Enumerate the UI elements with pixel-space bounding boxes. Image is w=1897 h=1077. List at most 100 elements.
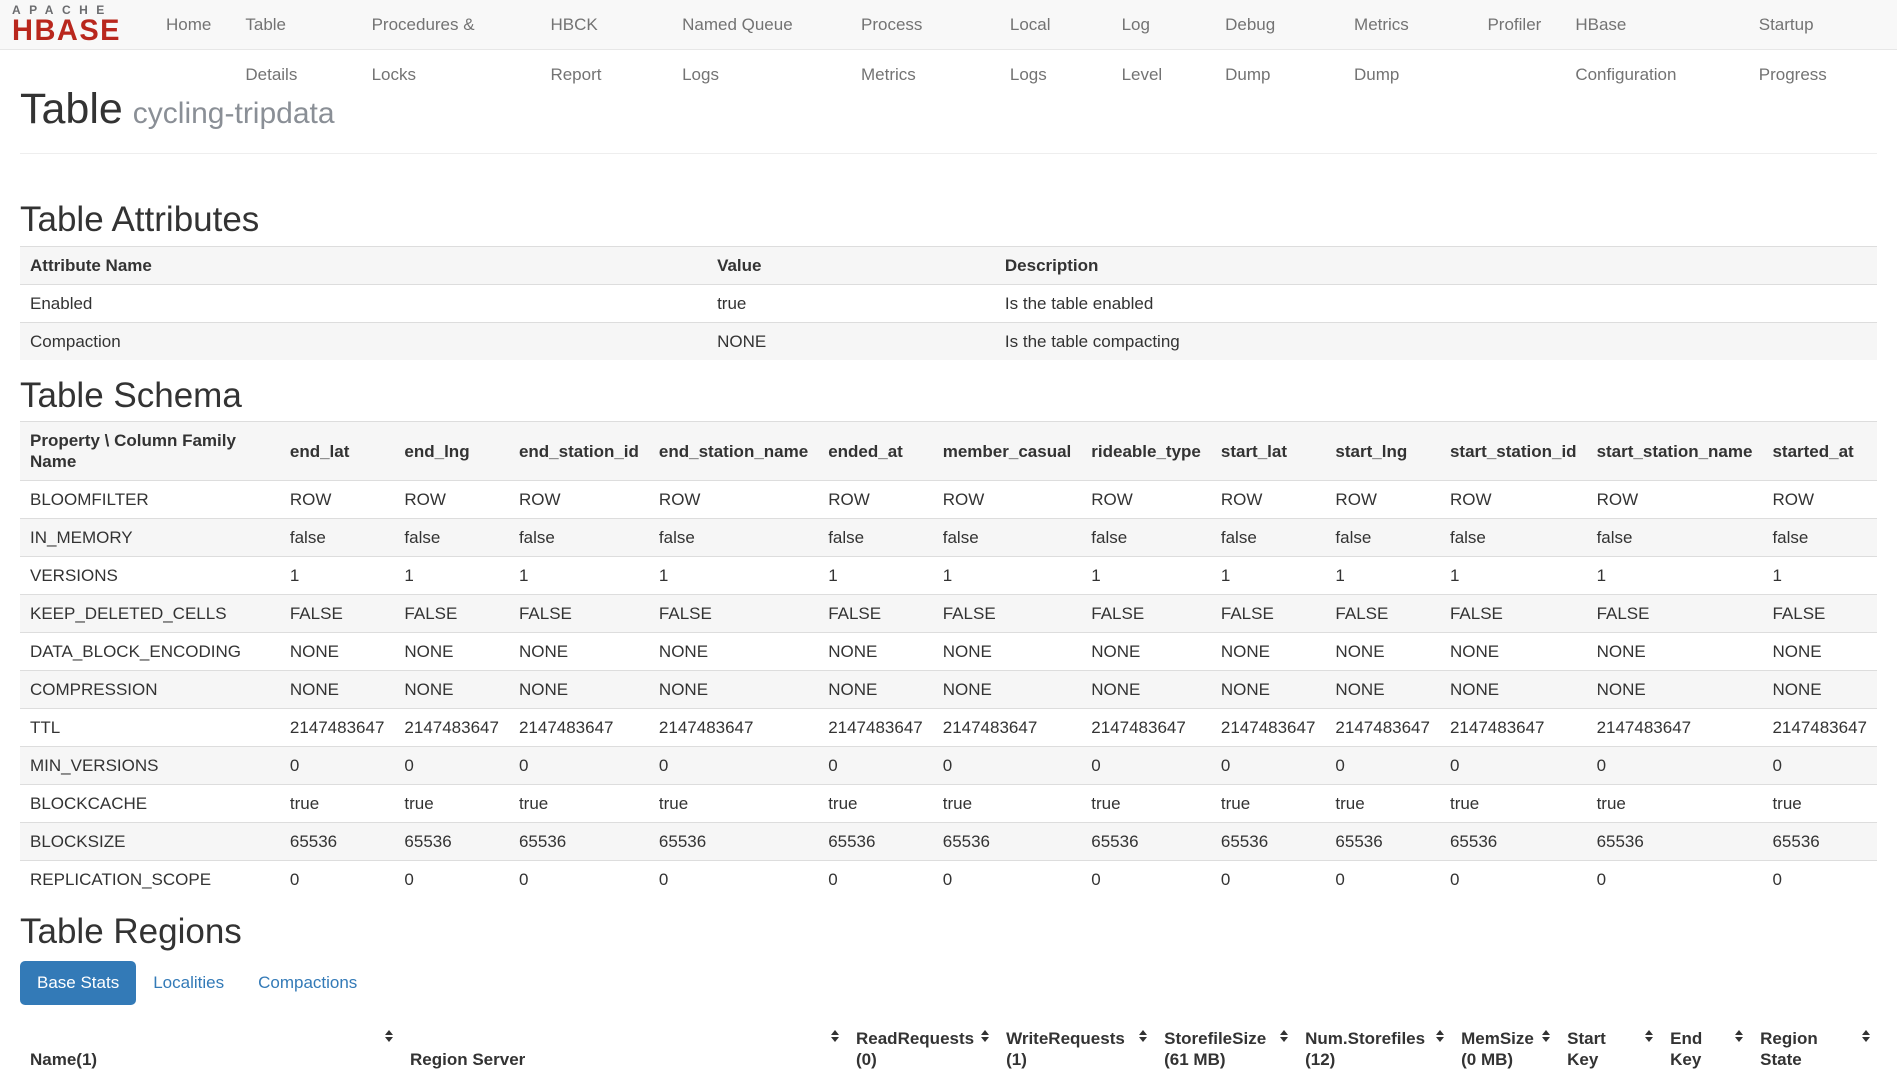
attributes-col-attribute-name: Attribute Name bbox=[20, 246, 707, 284]
schema-property-name: DATA_BLOCK_ENCODING bbox=[20, 633, 280, 671]
schema-property-value: ROW bbox=[509, 481, 649, 519]
schema-property-value: false bbox=[1587, 519, 1763, 557]
nav-link-named-queue-logs[interactable]: Named Queue Logs bbox=[665, 0, 844, 100]
regions-col-readrequests-0[interactable]: ReadRequests (0) bbox=[846, 1020, 996, 1077]
schema-col-end-lat: end_lat bbox=[280, 422, 395, 481]
schema-property-value: 65536 bbox=[1211, 823, 1326, 861]
schema-property-value: NONE bbox=[1325, 671, 1440, 709]
schema-property-value: 1 bbox=[1440, 557, 1587, 595]
sort-icon[interactable] bbox=[1862, 1030, 1871, 1042]
nav-link-profiler[interactable]: Profiler bbox=[1470, 0, 1558, 50]
sort-icon[interactable] bbox=[1735, 1030, 1744, 1042]
schema-property-value: true bbox=[394, 785, 509, 823]
tab-link-base-stats[interactable]: Base Stats bbox=[20, 961, 136, 1005]
schema-property-value: FALSE bbox=[1762, 595, 1877, 633]
regions-heading: Table Regions bbox=[20, 913, 1877, 952]
regions-col-label-name-1: Name(1) bbox=[30, 1050, 97, 1069]
schema-row-in-memory: IN_MEMORYfalsefalsefalsefalsefalsefalsef… bbox=[20, 519, 1877, 557]
schema-property-value: 1 bbox=[649, 557, 818, 595]
regions-col-memsize-0-mb[interactable]: MemSize (0 MB) bbox=[1451, 1020, 1557, 1077]
nav-link-hbck-report[interactable]: HBCK Report bbox=[533, 0, 665, 100]
tab-compactions: Compactions bbox=[241, 961, 374, 1005]
nav-link-metrics-dump[interactable]: Metrics Dump bbox=[1337, 0, 1470, 100]
sort-icon[interactable] bbox=[1139, 1030, 1148, 1042]
schema-property-value: 0 bbox=[1587, 861, 1763, 899]
schema-property-value: 2147483647 bbox=[1081, 709, 1211, 747]
attribute-description: Is the table compacting bbox=[995, 322, 1877, 360]
sort-icon[interactable] bbox=[385, 1030, 394, 1042]
tab-link-localities[interactable]: Localities bbox=[136, 961, 241, 1005]
schema-property-value: FALSE bbox=[1211, 595, 1326, 633]
schema-property-value: FALSE bbox=[1325, 595, 1440, 633]
schema-property-value: 0 bbox=[280, 747, 395, 785]
schema-property-value: 1 bbox=[394, 557, 509, 595]
schema-col-ended-at: ended_at bbox=[818, 422, 933, 481]
sort-icon[interactable] bbox=[1542, 1030, 1551, 1042]
schema-col-end-lng: end_lng bbox=[394, 422, 509, 481]
regions-col-start-key[interactable]: Start Key bbox=[1557, 1020, 1660, 1077]
regions-col-region-server[interactable]: Region Server bbox=[400, 1020, 846, 1077]
schema-property-value: false bbox=[280, 519, 395, 557]
schema-property-value: NONE bbox=[1211, 633, 1326, 671]
nav-item-startup-progress: Startup Progress bbox=[1742, 0, 1897, 50]
schema-property-value: true bbox=[818, 785, 933, 823]
nav-link-process-metrics[interactable]: Process Metrics bbox=[844, 0, 993, 100]
tab-link-compactions[interactable]: Compactions bbox=[241, 961, 374, 1005]
schema-property-name: COMPRESSION bbox=[20, 671, 280, 709]
sort-icon[interactable] bbox=[1280, 1030, 1289, 1042]
regions-col-storefilesize-61-mb[interactable]: StorefileSize (61 MB) bbox=[1154, 1020, 1295, 1077]
sort-icon[interactable] bbox=[981, 1030, 990, 1042]
nav-link-home[interactable]: Home bbox=[149, 0, 228, 50]
schema-property-value: 0 bbox=[1081, 747, 1211, 785]
schema-property-value: 65536 bbox=[1440, 823, 1587, 861]
nav-item-log-level: Log Level bbox=[1105, 0, 1209, 50]
regions-col-name-1[interactable]: Name(1) bbox=[20, 1020, 400, 1077]
schema-property-value: NONE bbox=[1440, 633, 1587, 671]
schema-property-value: ROW bbox=[1211, 481, 1326, 519]
sort-icon[interactable] bbox=[1645, 1030, 1654, 1042]
sort-icon[interactable] bbox=[1436, 1030, 1445, 1042]
attribute-value: true bbox=[707, 284, 995, 322]
regions-col-num-storefiles-12[interactable]: Num.Storefiles (12) bbox=[1295, 1020, 1451, 1077]
schema-property-value: false bbox=[1325, 519, 1440, 557]
page-title-text: Table bbox=[20, 85, 123, 133]
nav-item-metrics-dump: Metrics Dump bbox=[1337, 0, 1470, 50]
schema-property-value: 1 bbox=[818, 557, 933, 595]
nav-link-log-level[interactable]: Log Level bbox=[1105, 0, 1209, 100]
schema-property-value: 0 bbox=[1211, 861, 1326, 899]
schema-row-min-versions: MIN_VERSIONS000000000000 bbox=[20, 747, 1877, 785]
nav-link-table-details[interactable]: Table Details bbox=[228, 0, 354, 100]
regions-col-region-state[interactable]: Region State bbox=[1750, 1020, 1877, 1077]
schema-property-value: ROW bbox=[1440, 481, 1587, 519]
schema-col-end-station-name: end_station_name bbox=[649, 422, 818, 481]
nav-link-debug-dump[interactable]: Debug Dump bbox=[1208, 0, 1337, 100]
schema-property-value: 0 bbox=[818, 861, 933, 899]
schema-property-value: FALSE bbox=[394, 595, 509, 633]
schema-property-name: KEEP_DELETED_CELLS bbox=[20, 595, 280, 633]
schema-row-data-block-encoding: DATA_BLOCK_ENCODINGNONENONENONENONENONEN… bbox=[20, 633, 1877, 671]
schema-property-value: 65536 bbox=[394, 823, 509, 861]
schema-col-start-lat: start_lat bbox=[1211, 422, 1326, 481]
schema-property-value: 1 bbox=[933, 557, 1082, 595]
attribute-description: Is the table enabled bbox=[995, 284, 1877, 322]
schema-property-value: 0 bbox=[280, 861, 395, 899]
nav-link-procedures-locks[interactable]: Procedures & Locks bbox=[355, 0, 534, 100]
schema-property-value: NONE bbox=[649, 671, 818, 709]
tab-base-stats: Base Stats bbox=[20, 961, 136, 1005]
logo-hbase-text: HBASE bbox=[12, 16, 121, 46]
regions-col-end-key[interactable]: End Key bbox=[1660, 1020, 1750, 1077]
schema-property-value: 2147483647 bbox=[649, 709, 818, 747]
nav-item-table-details: Table Details bbox=[228, 0, 354, 50]
schema-property-value: ROW bbox=[1325, 481, 1440, 519]
nav-link-local-logs[interactable]: Local Logs bbox=[993, 0, 1105, 100]
hbase-logo[interactable]: APACHE HBASE bbox=[12, 4, 121, 46]
nav-link-startup-progress[interactable]: Startup Progress bbox=[1742, 0, 1897, 100]
sort-icon[interactable] bbox=[831, 1030, 840, 1042]
schema-property-value: false bbox=[1762, 519, 1877, 557]
nav-link-hbase-configuration[interactable]: HBase Configuration bbox=[1558, 0, 1741, 100]
top-navbar: APACHE HBASE HomeTable DetailsProcedures… bbox=[0, 0, 1897, 50]
regions-col-writerequests-1[interactable]: WriteRequests (1) bbox=[996, 1020, 1154, 1077]
nav-item-process-metrics: Process Metrics bbox=[844, 0, 993, 50]
schema-property-value: 1 bbox=[1325, 557, 1440, 595]
schema-property-value: FALSE bbox=[509, 595, 649, 633]
